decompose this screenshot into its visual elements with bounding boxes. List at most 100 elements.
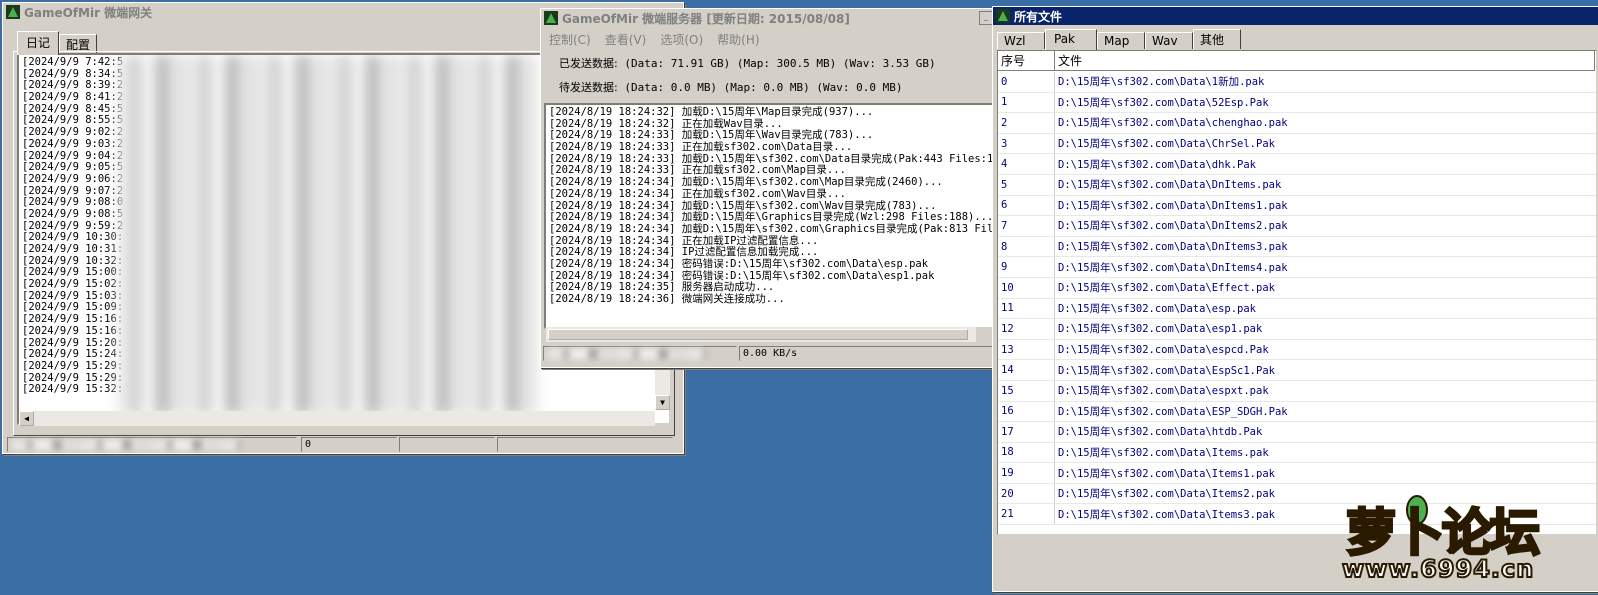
table-row[interactable]: 0 D:\15周年\sf302.com\Data\1新加.pak (998, 72, 1596, 93)
row-index: 18 (998, 442, 1055, 463)
row-index: 16 (998, 401, 1055, 422)
row-path: D:\15周年\sf302.com\Data\52Esp.Pak (1058, 96, 1269, 109)
gateway-vscroll[interactable]: ▼ (655, 368, 670, 410)
log-line: [2024/8/19 18:24:34] 加载D:\15周年\sf302.com… (549, 222, 994, 235)
log-line: [2024/8/19 18:24:32] 加载D:\15周年\Map目录完成(9… (549, 106, 874, 118)
log-line: [2024/8/19 18:24:34] 密码错误:D:\15周年\sf302.… (549, 257, 929, 270)
row-path: D:\15周年\sf302.com\Data\Items1.pak (1058, 467, 1275, 480)
row-index: 2 (998, 113, 1055, 133)
table-row[interactable]: 19 D:\15周年\sf302.com\Data\Items1.pak (998, 463, 1596, 484)
tab-wav[interactable]: Wav (1145, 32, 1193, 49)
row-index: 9 (998, 257, 1055, 277)
blurred-region (117, 55, 537, 415)
row-index: 7 (998, 216, 1055, 236)
server-menubar: 控制(C) 查看(V) 选项(O) 帮助(H) (549, 31, 760, 48)
tab-other[interactable]: 其他 (1193, 29, 1241, 49)
table-row[interactable]: 16 D:\15周年\sf302.com\Data\ESP_SDGH.Pak (998, 401, 1596, 423)
table-row[interactable]: 6 D:\15周年\sf302.com\Data\DnItems1.pak (998, 195, 1596, 217)
row-index: 5 (998, 174, 1055, 195)
server-titlebar[interactable]: GameOfMir 微端服务器 [更新日期: 2015/08/08] _ (541, 9, 999, 27)
row-index: 15 (998, 380, 1055, 401)
row-path: D:\15周年\sf302.com\Data\chenghao.pak (1058, 117, 1288, 130)
log-line: [2024/8/19 18:24:34] 正在加载sf302.com\Wav目录… (549, 187, 846, 200)
menu-help[interactable]: 帮助(H) (717, 31, 759, 48)
sent-value: (Data: 71.91 GB) (Map: 300.5 MB) (Wav: 3… (624, 57, 936, 70)
menu-view[interactable]: 查看(V) (605, 31, 647, 48)
server-speed: 0.00 KB/s (739, 346, 994, 361)
table-row[interactable]: 3 D:\15周年\sf302.com\Data\ChrSel.Pak (998, 133, 1596, 155)
app-icon (996, 9, 1010, 23)
files-titlebar[interactable]: 所有文件 (993, 7, 1598, 25)
menu-options[interactable]: 选项(O) (660, 31, 703, 48)
file-table: 序号 文件 0 D:\15周年\sf302.com\Data\1新加.pak 1 D:… (997, 50, 1597, 535)
server-title: GameOfMir 微端服务器 [更新日期: 2015/08/08] (562, 11, 850, 26)
tab-map[interactable]: Map (1097, 32, 1145, 49)
row-path: D:\15周年\sf302.com\Data\ESP_SDGH.Pak (1058, 405, 1288, 418)
server-log-lines: [2024/8/19 18:24:32] 加载D:\15周年\Map目录完成(9… (549, 106, 994, 306)
scroll-left-button[interactable]: ◀ (19, 411, 34, 426)
row-index: 13 (998, 339, 1055, 360)
table-header: 序号 文件 (998, 51, 1595, 71)
table-row[interactable]: 10 D:\15周年\sf302.com\Data\Effect.pak (998, 277, 1596, 299)
table-row[interactable]: 17 D:\15周年\sf302.com\Data\htdb.Pak (998, 422, 1596, 443)
row-index: 14 (998, 360, 1055, 380)
watermark-url: www.6994.cn (1341, 554, 1535, 584)
file-rows: 0 D:\15周年\sf302.com\Data\1新加.pak 1 D:\15周年\… (998, 72, 1596, 526)
table-row[interactable]: 12 D:\15周年\sf302.com\Data\esp1.pak (998, 319, 1596, 340)
row-index: 8 (998, 236, 1055, 257)
row-index: 1 (998, 92, 1055, 113)
table-row[interactable]: 8 D:\15周年\sf302.com\Data\DnItems3.pak (998, 236, 1596, 258)
minimize-button[interactable]: _ (979, 11, 993, 25)
row-index: 19 (998, 463, 1055, 483)
gateway-status-cell (399, 437, 495, 452)
app-icon (6, 5, 20, 19)
row-index: 10 (998, 277, 1055, 298)
server-log[interactable]: [2024/8/19 18:24:32] 加载D:\15周年\Map目录完成(9… (544, 103, 994, 329)
table-row[interactable]: 18 D:\15周年\sf302.com\Data\Items.pak (998, 442, 1596, 464)
gateway-status-blurred (7, 437, 297, 452)
row-index: 4 (998, 154, 1055, 174)
tab-wzl[interactable]: Wzl (997, 32, 1045, 49)
table-row[interactable]: 1 D:\15周年\sf302.com\Data\52Esp.Pak (998, 92, 1596, 114)
col-file-header[interactable]: 文件 (1055, 51, 1595, 71)
row-path: D:\15周年\sf302.com\Data\Items2.pak (1058, 488, 1275, 501)
table-row[interactable]: 15 D:\15周年\sf302.com\Data\espxt.pak (998, 380, 1596, 402)
server-hscroll[interactable] (546, 327, 976, 342)
col-index-header[interactable]: 序号 (998, 51, 1055, 71)
row-index: 12 (998, 319, 1055, 339)
table-row[interactable]: 13 D:\15周年\sf302.com\Data\espcd.Pak (998, 339, 1596, 361)
gateway-status-cell (497, 437, 673, 452)
row-index: 17 (998, 422, 1055, 442)
pending-value: (Data: 0.0 MB) (Map: 0.0 MB) (Wav: 0.0 M… (624, 81, 903, 94)
table-row[interactable]: 11 D:\15周年\sf302.com\Data\esp.pak (998, 298, 1596, 320)
table-row[interactable]: 2 D:\15周年\sf302.com\Data\chenghao.pak (998, 113, 1596, 134)
gateway-hscroll[interactable]: ◀ (19, 411, 655, 426)
tab-pak[interactable]: Pak (1045, 29, 1097, 50)
row-path: D:\15周年\sf302.com\Data\DnItems4.pak (1058, 261, 1288, 274)
table-row[interactable]: 14 D:\15周年\sf302.com\Data\EspSc1.Pak (998, 360, 1596, 381)
gateway-status-value: 0 (301, 437, 397, 452)
pending-label: 待发送数据: (559, 81, 618, 94)
sent-label: 已发送数据: (559, 57, 618, 70)
row-index: 11 (998, 298, 1055, 319)
table-row[interactable]: 7 D:\15周年\sf302.com\Data\DnItems2.pak (998, 216, 1596, 237)
table-row[interactable]: 5 D:\15周年\sf302.com\Data\DnItems.pak (998, 174, 1596, 196)
log-line: [2024/8/19 18:24:36] 微端网关连接成功... (549, 293, 785, 305)
watermark-logo: 萝卜论坛 www.6994.cn (1322, 485, 1592, 590)
menu-control[interactable]: 控制(C) (549, 31, 591, 48)
row-index: 21 (998, 504, 1055, 525)
row-path: D:\15周年\sf302.com\Data\esp.pak (1058, 302, 1257, 315)
pending-data-row: 待发送数据: (Data: 0.0 MB) (Map: 0.0 MB) (Wav… (559, 79, 903, 95)
table-row[interactable]: 4 D:\15周年\sf302.com\Data\dhk.Pak (998, 154, 1596, 175)
table-row[interactable]: 9 D:\15周年\sf302.com\Data\DnItems4.pak (998, 257, 1596, 278)
files-tabs: Wzl Pak Map Wav 其他 (997, 29, 1241, 50)
row-path: D:\15周年\sf302.com\Data\Items.pak (1058, 446, 1269, 459)
row-path: D:\15周年\sf302.com\Data\DnItems.pak (1058, 179, 1282, 192)
row-path: D:\15周年\sf302.com\Data\1新加.pak (1058, 76, 1265, 89)
scroll-down-button[interactable]: ▼ (655, 395, 670, 410)
row-index: 6 (998, 195, 1055, 216)
server-window: GameOfMir 微端服务器 [更新日期: 2015/08/08] _ 控制(… (540, 8, 1000, 368)
tab-log[interactable]: 日记 (17, 31, 60, 55)
row-path: D:\15周年\sf302.com\Data\dhk.Pak (1058, 158, 1257, 171)
app-icon (544, 11, 558, 25)
